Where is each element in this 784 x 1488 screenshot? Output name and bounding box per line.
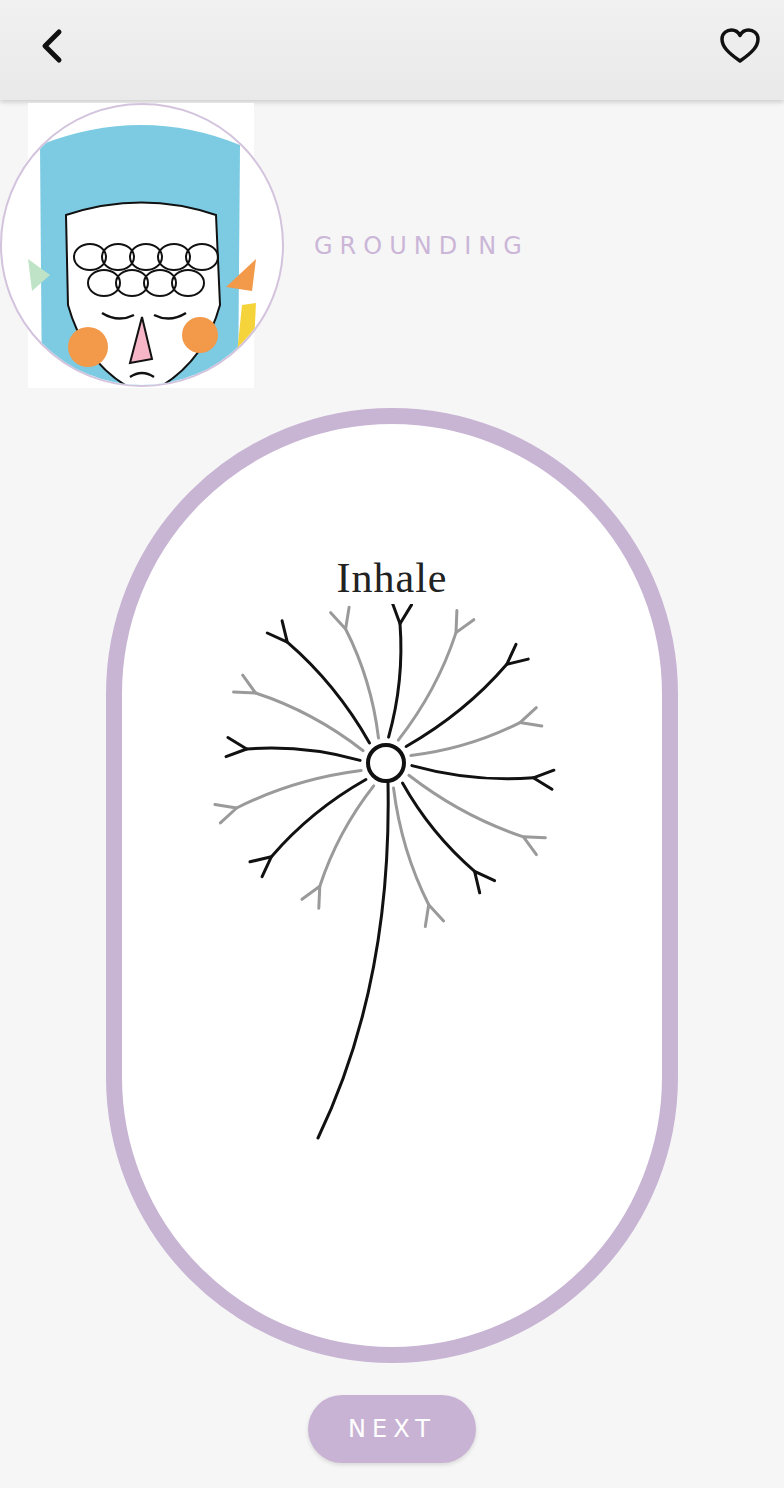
back-arrow-icon[interactable]	[37, 26, 67, 66]
exercise-card-wrap: Inhale	[0, 408, 784, 1363]
breathing-card: Inhale	[106, 408, 678, 1363]
exercise-header: GROUNDING	[0, 103, 784, 388]
button-row: NEXT	[0, 1395, 784, 1463]
top-bar	[0, 0, 784, 100]
avatar	[0, 103, 284, 388]
back-button[interactable]	[30, 24, 74, 68]
favorite-button[interactable]	[718, 24, 762, 68]
category-label: GROUNDING	[314, 232, 529, 260]
heart-icon[interactable]	[719, 27, 761, 65]
avatar-illustration	[0, 103, 284, 387]
dandelion-icon	[192, 604, 592, 1164]
next-button[interactable]: NEXT	[308, 1395, 476, 1463]
stressed-face-icon	[2, 105, 284, 387]
breath-instruction: Inhale	[337, 552, 448, 604]
